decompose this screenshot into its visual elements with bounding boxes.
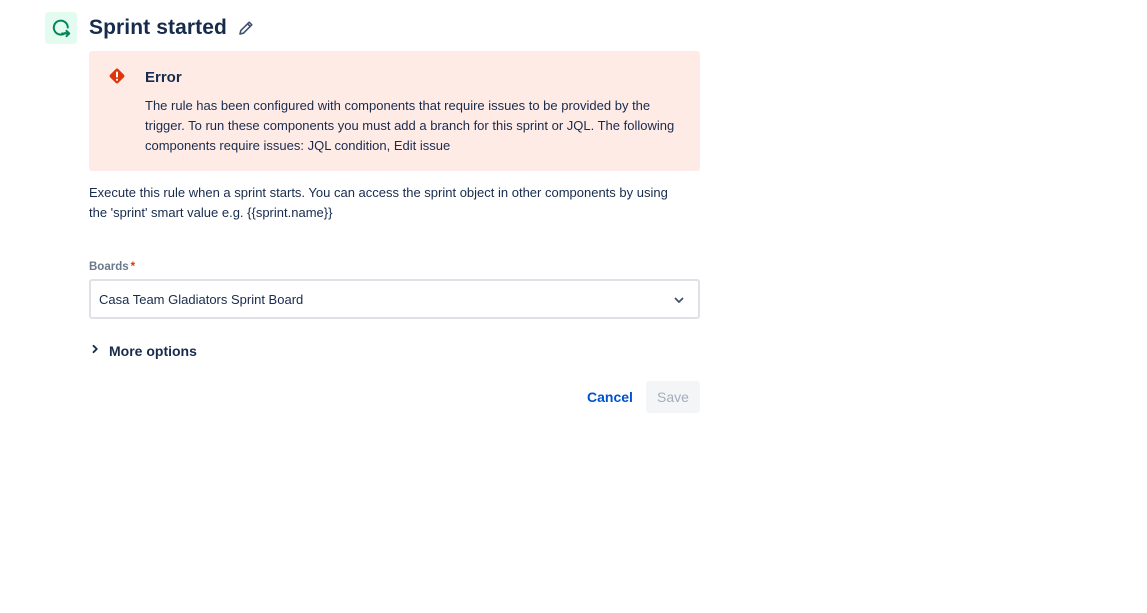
trigger-header: Sprint started — [45, 12, 255, 44]
more-options-label: More options — [109, 343, 197, 359]
error-banner: Error The rule has been configured with … — [89, 51, 700, 171]
pencil-icon[interactable] — [237, 19, 255, 37]
chevron-right-icon — [89, 342, 101, 360]
sprint-trigger-icon — [45, 12, 77, 44]
required-marker: * — [130, 261, 136, 273]
error-icon — [108, 67, 126, 90]
boards-label-text: Boards — [89, 261, 129, 273]
rule-trigger-config: Sprint started Error The rule has been c… — [0, 0, 1147, 613]
trigger-title: Sprint started — [89, 16, 227, 39]
trigger-description: Execute this rule when a sprint starts. … — [89, 185, 668, 220]
chevron-down-icon — [672, 293, 686, 312]
more-options-toggle[interactable]: More options — [89, 341, 197, 361]
boards-select-value: Casa Team Gladiators Sprint Board — [99, 291, 304, 307]
boards-select[interactable]: Casa Team Gladiators Sprint Board — [89, 279, 700, 319]
error-message: The rule has been configured with compon… — [145, 98, 675, 153]
error-title: Error — [145, 69, 182, 86]
cancel-button[interactable]: Cancel — [579, 381, 641, 413]
save-button[interactable]: Save — [646, 381, 700, 413]
boards-label: Boards * — [89, 261, 135, 273]
